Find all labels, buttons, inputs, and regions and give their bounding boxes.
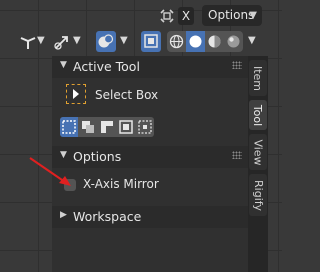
x-axis-mirror-label[interactable]: X-Axis Mirror <box>83 177 159 191</box>
tab-view[interactable]: View <box>249 134 267 170</box>
mode-invert-icon <box>119 120 133 134</box>
xray-toggle-button[interactable] <box>141 31 161 52</box>
chevron-down-icon[interactable]: ▼ <box>73 35 81 46</box>
mode-subtract-button[interactable] <box>98 117 116 137</box>
wireframe-sphere-icon <box>169 34 184 49</box>
mode-extend-icon <box>82 121 94 133</box>
wireframe-shading-button[interactable] <box>167 31 186 52</box>
gizmo-arrow-icon[interactable] <box>52 32 72 52</box>
xray-icon <box>144 34 158 48</box>
viewport-header-top: X Options ▼ <box>0 4 282 28</box>
chevron-down-icon: ▼ <box>249 10 257 21</box>
tab-item[interactable]: Item <box>249 60 267 96</box>
solid-shading-button[interactable] <box>186 31 205 52</box>
mode-subtract-icon <box>101 121 113 133</box>
x-mirror-button[interactable]: X <box>178 7 194 25</box>
material-shading-button[interactable] <box>205 31 224 52</box>
active-tool-name: Select Box <box>95 88 159 102</box>
overlay-circles-icon <box>98 34 114 48</box>
rendered-sphere-icon <box>227 35 240 48</box>
drag-grip-icon[interactable] <box>232 151 242 159</box>
options-label: Options <box>208 8 255 22</box>
sidebar-tab-strip: Item Tool View Rigify <box>248 56 268 272</box>
shading-mode-group <box>167 31 243 52</box>
active-tool-header[interactable]: ▼ Active Tool <box>52 56 248 78</box>
drag-grip-icon[interactable] <box>232 61 242 69</box>
workspace-header[interactable]: ▶ Workspace <box>52 206 248 228</box>
collapsed-triangle-icon: ▶ <box>60 210 67 220</box>
select-box-tool-icon[interactable] <box>66 84 86 104</box>
object-gizmo-icon[interactable] <box>18 32 38 52</box>
mode-intersect-button[interactable] <box>136 117 154 137</box>
viewport-header-tools: ▼ ▼ ▼ ▼ <box>0 30 282 54</box>
mode-extend-button[interactable] <box>79 117 97 137</box>
cursor-arrow-icon <box>73 89 79 99</box>
options-header[interactable]: ▼ Options <box>52 146 248 168</box>
sidebar-panel: ▼ Active Tool Select Box ▼ Options X-Axi… <box>52 56 248 272</box>
mode-invert-button[interactable] <box>117 117 135 137</box>
mode-intersect-icon <box>138 120 152 134</box>
selection-mode-group <box>60 117 154 137</box>
toggle-frame-icon[interactable] <box>158 7 176 25</box>
tab-rigify[interactable]: Rigify <box>249 174 267 216</box>
annotation-arrow <box>29 157 71 186</box>
options-dropdown[interactable]: Options ▼ <box>202 5 262 26</box>
section-title: Workspace <box>73 209 142 224</box>
solid-sphere-icon <box>189 35 202 48</box>
section-title: Options <box>73 149 122 164</box>
rendered-shading-button[interactable] <box>224 31 243 52</box>
tab-tool[interactable]: Tool <box>249 100 267 130</box>
material-sphere-icon <box>208 35 221 48</box>
mode-set-icon <box>62 120 76 134</box>
section-title: Active Tool <box>73 59 140 74</box>
expanded-triangle-icon: ▼ <box>60 60 67 70</box>
mode-set-button[interactable] <box>60 117 78 137</box>
chevron-down-icon[interactable]: ▼ <box>37 35 45 46</box>
overlays-toggle-button[interactable] <box>96 31 116 52</box>
chevron-down-icon[interactable]: ▼ <box>120 35 128 46</box>
chevron-down-icon[interactable]: ▼ <box>248 35 256 46</box>
